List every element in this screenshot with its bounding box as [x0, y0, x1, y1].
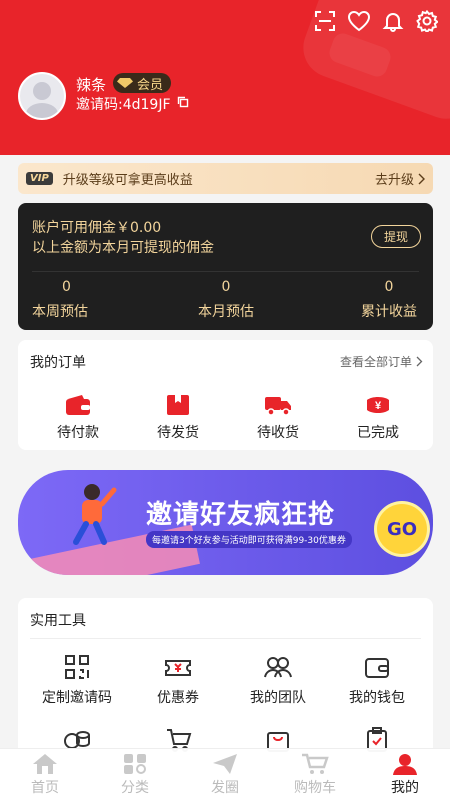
- box-icon: [167, 395, 189, 415]
- banner-title: 邀请好友疯狂抢: [146, 500, 336, 530]
- chevron-right-icon: [418, 173, 425, 184]
- vip-tag: VIP: [26, 172, 53, 185]
- tool-team[interactable]: 我的团队: [230, 653, 326, 707]
- scan-icon[interactable]: [312, 8, 338, 34]
- coupon-icon: [165, 660, 191, 676]
- tools-title: 实用工具: [30, 613, 86, 629]
- member-badge-label: 会员: [137, 77, 164, 93]
- withdraw-button[interactable]: 提现: [370, 225, 421, 248]
- order-completed[interactable]: ¥ 已完成: [338, 392, 418, 442]
- home-icon: [33, 753, 57, 774]
- favorite-heart-icon[interactable]: [346, 8, 372, 34]
- tab-label: 购物车: [294, 779, 336, 796]
- order-label: 待收货: [257, 425, 299, 441]
- profile-header: 辣条 会员 邀请码:4d19JF: [0, 0, 450, 155]
- tools-card: 实用工具 定制邀请码 优惠券 我的团队 我的钱包: [18, 598, 433, 758]
- tab-label: 发圈: [211, 779, 239, 796]
- tab-mine[interactable]: 我的: [360, 749, 450, 800]
- tab-category[interactable]: 分类: [90, 749, 180, 800]
- svg-text:¥: ¥: [375, 400, 382, 412]
- available-commission: 账户可用佣金￥0.00: [32, 220, 162, 236]
- commission-note: 以上金额为本月可提现的佣金: [32, 240, 214, 256]
- person-icon: [393, 753, 417, 775]
- tab-label: 首页: [31, 779, 59, 796]
- avatar[interactable]: [18, 72, 66, 120]
- order-label: 已完成: [357, 425, 399, 441]
- tab-label: 我的: [391, 779, 419, 796]
- running-person-illustration: [73, 484, 117, 545]
- stat-total[interactable]: 0 累计收益: [349, 279, 429, 321]
- view-all-orders-link[interactable]: 查看全部订单: [340, 353, 423, 370]
- stat-monthly[interactable]: 0 本月预估: [186, 279, 266, 321]
- tool-label: 我的钱包: [349, 690, 405, 706]
- tool-label: 我的团队: [250, 690, 306, 706]
- notification-bell-icon[interactable]: [380, 8, 406, 34]
- upgrade-link-label: 去升级: [374, 173, 414, 188]
- banner-subtitle: 每邀请3个好友参与活动即可获得满99-30优惠券: [146, 531, 352, 548]
- chevron-right-icon: [416, 356, 423, 367]
- member-badge: 会员: [113, 73, 172, 93]
- invite-code: 邀请码:4d19JF: [76, 94, 189, 114]
- invite-friends-banner[interactable]: 邀请好友疯狂抢 每邀请3个好友参与活动即可获得满99-30优惠券 GO: [18, 470, 433, 575]
- order-pending-payment[interactable]: 待付款: [38, 392, 118, 442]
- stat-value: 0: [384, 279, 394, 295]
- tool-label: 定制邀请码: [42, 690, 112, 706]
- diamond-icon: [117, 78, 133, 88]
- invite-code-text: 邀请码:4d19JF: [76, 97, 171, 113]
- copy-icon[interactable]: [177, 96, 189, 112]
- qrcode-icon: [65, 655, 89, 679]
- bottom-tab-bar: 首页 分类 发圈 购物车 我的: [0, 748, 450, 800]
- settings-gear-icon[interactable]: [414, 8, 440, 34]
- username: 辣条: [76, 76, 107, 94]
- vip-upgrade-text: 升级等级可拿更高收益: [62, 173, 193, 188]
- view-all-orders-label: 查看全部订单: [339, 355, 412, 369]
- tool-label: 优惠券: [157, 690, 199, 706]
- stat-label: 本周预估: [32, 304, 88, 320]
- divider: [30, 638, 421, 639]
- my-orders-card: 我的订单 查看全部订单 待付款 待发货 待收货 ¥ 已完成: [18, 340, 433, 450]
- commission-card: 账户可用佣金￥0.00 以上金额为本月可提现的佣金 提现 0 本周预估 0 本月…: [18, 203, 433, 330]
- category-icon: [124, 753, 146, 774]
- stat-label: 本月预估: [198, 304, 254, 320]
- tab-label: 分类: [121, 779, 149, 796]
- purse-icon: [365, 658, 389, 678]
- stat-weekly[interactable]: 0 本周预估: [32, 279, 112, 321]
- team-icon: [264, 657, 292, 678]
- stat-label: 累计收益: [361, 304, 417, 320]
- upgrade-link[interactable]: 去升级: [375, 169, 425, 188]
- tab-home[interactable]: 首页: [0, 749, 90, 800]
- order-pending-shipment[interactable]: 待发货: [138, 392, 218, 442]
- tool-wallet[interactable]: 我的钱包: [329, 653, 425, 707]
- order-label: 待发货: [157, 425, 199, 441]
- order-pending-receipt[interactable]: 待收货: [238, 392, 318, 442]
- header-actions: [312, 8, 440, 34]
- divider: [32, 271, 419, 272]
- tool-invite-code[interactable]: 定制邀请码: [29, 653, 125, 707]
- cart-icon: [302, 753, 329, 774]
- tab-send[interactable]: 发圈: [180, 749, 270, 800]
- send-icon: [213, 753, 237, 774]
- go-button[interactable]: GO: [377, 504, 427, 554]
- stat-value: 0: [62, 279, 71, 295]
- tool-coupon[interactable]: 优惠券: [130, 653, 226, 707]
- vip-upgrade-bar[interactable]: VIP 升级等级可拿更高收益 去升级: [18, 163, 433, 194]
- tab-cart[interactable]: 购物车: [270, 749, 360, 800]
- truck-icon: [265, 397, 291, 416]
- orders-title: 我的订单: [30, 355, 86, 371]
- order-label: 待付款: [57, 425, 99, 441]
- wallet-icon: [66, 395, 90, 415]
- coin-icon: ¥: [367, 397, 389, 413]
- stat-value: 0: [221, 279, 231, 295]
